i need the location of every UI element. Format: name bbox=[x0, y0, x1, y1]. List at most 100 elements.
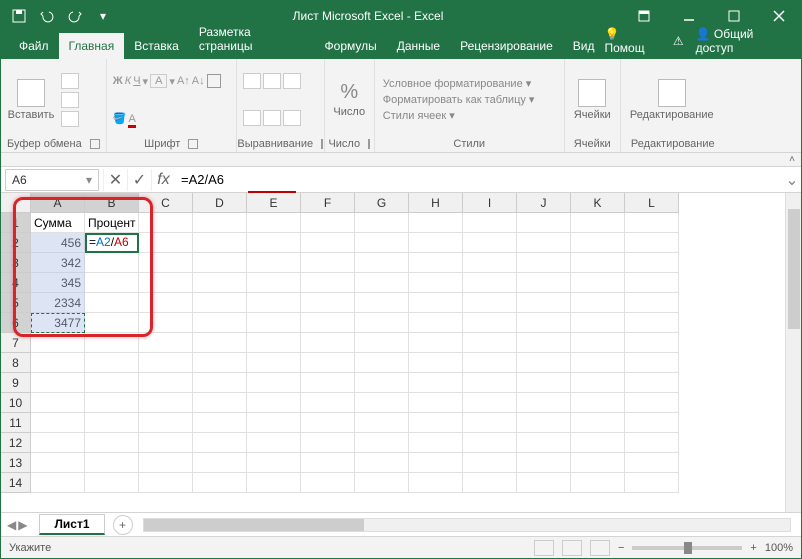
cell[interactable] bbox=[139, 353, 193, 373]
cell[interactable] bbox=[571, 453, 625, 473]
cell[interactable] bbox=[625, 413, 679, 433]
cell[interactable] bbox=[463, 473, 517, 493]
cell[interactable] bbox=[301, 433, 355, 453]
cell[interactable] bbox=[31, 393, 85, 413]
cell[interactable] bbox=[301, 333, 355, 353]
cell[interactable] bbox=[85, 413, 139, 433]
cell[interactable] bbox=[85, 293, 139, 313]
tell-me[interactable]: 💡 Помощ bbox=[605, 27, 661, 55]
cell[interactable] bbox=[517, 473, 571, 493]
cell[interactable] bbox=[409, 313, 463, 333]
cell[interactable] bbox=[301, 413, 355, 433]
column-header[interactable]: C bbox=[139, 193, 193, 213]
formula-input[interactable] bbox=[175, 169, 783, 191]
cell[interactable] bbox=[247, 473, 301, 493]
row-header[interactable]: 1 bbox=[1, 213, 31, 233]
align-middle-icon[interactable] bbox=[263, 73, 281, 89]
cell[interactable] bbox=[85, 353, 139, 373]
column-header[interactable]: H bbox=[409, 193, 463, 213]
cell[interactable] bbox=[625, 313, 679, 333]
cell[interactable] bbox=[247, 433, 301, 453]
cell[interactable] bbox=[139, 313, 193, 333]
tab-file[interactable]: Файл bbox=[9, 33, 59, 59]
underline-button[interactable]: Ч bbox=[133, 75, 140, 87]
accept-formula-icon[interactable]: ✓ bbox=[127, 169, 151, 191]
warning-icon[interactable]: ⚠ bbox=[673, 34, 684, 48]
cell[interactable] bbox=[193, 453, 247, 473]
row-header[interactable]: 12 bbox=[1, 433, 31, 453]
cell[interactable] bbox=[463, 353, 517, 373]
cell[interactable] bbox=[409, 413, 463, 433]
cell[interactable] bbox=[139, 453, 193, 473]
cell[interactable] bbox=[517, 333, 571, 353]
format-as-table-button[interactable]: Форматировать как таблицу ▾ bbox=[381, 92, 537, 107]
share-button[interactable]: 👤 Общий доступ bbox=[696, 27, 791, 55]
row-header[interactable]: 13 bbox=[1, 453, 31, 473]
cell[interactable] bbox=[355, 293, 409, 313]
cell[interactable] bbox=[409, 393, 463, 413]
cell[interactable] bbox=[517, 433, 571, 453]
cell[interactable] bbox=[517, 293, 571, 313]
cell[interactable] bbox=[409, 373, 463, 393]
align-right-icon[interactable] bbox=[283, 110, 301, 126]
cell[interactable] bbox=[571, 273, 625, 293]
cell[interactable] bbox=[517, 313, 571, 333]
cell[interactable] bbox=[463, 433, 517, 453]
cell[interactable] bbox=[571, 213, 625, 233]
cell[interactable] bbox=[301, 293, 355, 313]
cell[interactable] bbox=[409, 293, 463, 313]
cell[interactable] bbox=[139, 413, 193, 433]
cell[interactable] bbox=[355, 393, 409, 413]
cell[interactable] bbox=[571, 253, 625, 273]
cell[interactable] bbox=[193, 213, 247, 233]
cell[interactable] bbox=[193, 293, 247, 313]
cell[interactable] bbox=[85, 433, 139, 453]
cell[interactable] bbox=[301, 273, 355, 293]
cell[interactable]: Процент bbox=[85, 213, 139, 233]
format-painter-icon[interactable] bbox=[61, 111, 79, 127]
row-header[interactable]: 11 bbox=[1, 413, 31, 433]
worksheet-grid[interactable]: ABCDEFGHIJKL 1234567891011121314 СуммаПр… bbox=[1, 193, 801, 512]
column-header[interactable]: F bbox=[301, 193, 355, 213]
tab-page-layout[interactable]: Разметка страницы bbox=[189, 19, 315, 59]
cell[interactable] bbox=[247, 293, 301, 313]
cell[interactable] bbox=[625, 373, 679, 393]
clipboard-dialog-icon[interactable] bbox=[90, 139, 100, 149]
cell[interactable] bbox=[517, 253, 571, 273]
tab-review[interactable]: Рецензирование bbox=[450, 33, 563, 59]
cell[interactable] bbox=[85, 233, 139, 253]
cell[interactable] bbox=[301, 233, 355, 253]
cell[interactable] bbox=[247, 373, 301, 393]
save-icon[interactable] bbox=[7, 4, 31, 28]
select-all-corner[interactable] bbox=[1, 193, 31, 213]
cell[interactable]: 2334 bbox=[31, 293, 85, 313]
cell[interactable] bbox=[193, 313, 247, 333]
cell[interactable] bbox=[193, 473, 247, 493]
cell[interactable] bbox=[355, 433, 409, 453]
tab-home[interactable]: Главная bbox=[59, 33, 125, 59]
row-header[interactable]: 5 bbox=[1, 293, 31, 313]
cell[interactable] bbox=[625, 333, 679, 353]
cell[interactable] bbox=[571, 233, 625, 253]
cell[interactable] bbox=[571, 393, 625, 413]
cells-area[interactable]: СуммаПроцент45634234523343477 bbox=[31, 213, 679, 493]
cell[interactable] bbox=[409, 433, 463, 453]
cell[interactable] bbox=[139, 373, 193, 393]
cells-button[interactable]: Ячейки bbox=[571, 79, 614, 121]
fill-color-button[interactable]: 🪣 bbox=[113, 112, 127, 125]
cell[interactable] bbox=[463, 373, 517, 393]
cell[interactable] bbox=[571, 373, 625, 393]
cell[interactable] bbox=[517, 213, 571, 233]
cell[interactable] bbox=[31, 353, 85, 373]
row-header[interactable]: 10 bbox=[1, 393, 31, 413]
cell[interactable] bbox=[409, 353, 463, 373]
cell[interactable] bbox=[85, 313, 139, 333]
cell[interactable] bbox=[463, 233, 517, 253]
cell[interactable] bbox=[409, 273, 463, 293]
number-format-button[interactable]: % Число bbox=[331, 81, 368, 118]
cell[interactable] bbox=[463, 213, 517, 233]
column-header[interactable]: I bbox=[463, 193, 517, 213]
cell[interactable] bbox=[247, 233, 301, 253]
cell[interactable] bbox=[571, 333, 625, 353]
row-header[interactable]: 2 bbox=[1, 233, 31, 253]
